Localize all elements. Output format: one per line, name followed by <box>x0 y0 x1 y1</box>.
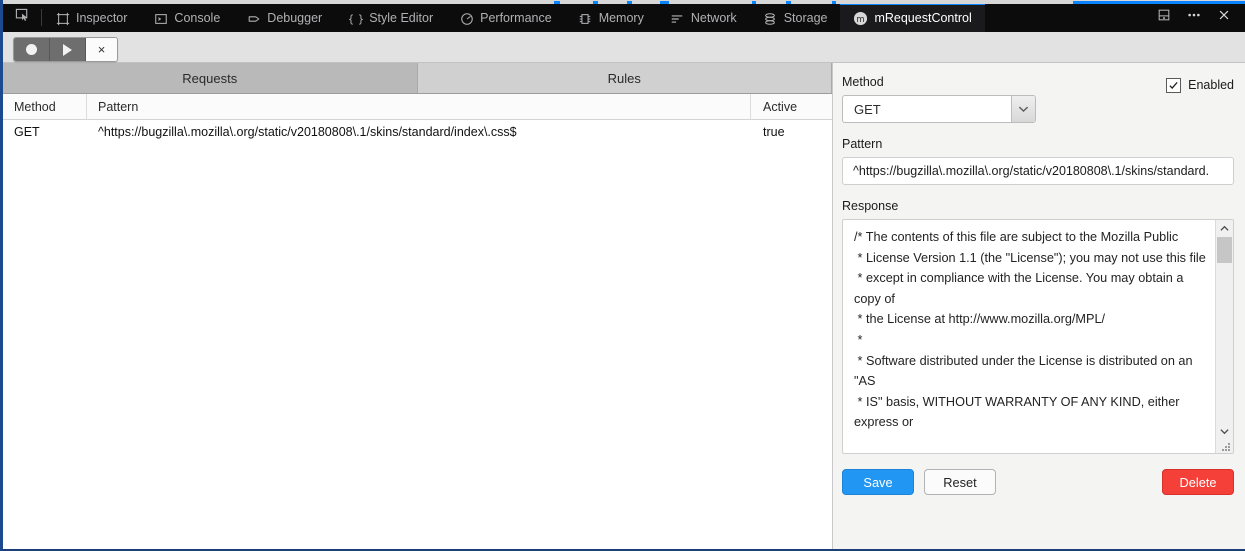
column-header-active[interactable]: Active <box>751 94 832 119</box>
close-x-icon: × <box>97 42 106 57</box>
mrequestcontrol-icon: m <box>853 11 868 26</box>
table-header: Method Pattern Active <box>3 94 832 120</box>
response-label: Response <box>842 199 899 213</box>
browser-tabstrip-artifact <box>3 0 1245 4</box>
record-circle-icon <box>26 44 37 55</box>
tab-label: Network <box>690 11 737 26</box>
column-label: Method <box>14 99 56 114</box>
record-controls-group: × <box>13 37 118 62</box>
performance-icon <box>459 11 474 26</box>
save-button[interactable]: Save <box>842 469 914 495</box>
pattern-input[interactable]: ^https://bugzilla\.mozilla\.org/static/v… <box>842 157 1234 185</box>
table-row[interactable]: GET ^https://bugzilla\.mozilla\.org/stat… <box>3 120 832 144</box>
cell-method: GET <box>3 120 87 144</box>
devtools-toolbar: Inspector Console Debugger Style Editor … <box>3 3 1245 32</box>
dock-layout-button[interactable] <box>1150 4 1178 32</box>
column-label: Active <box>763 99 798 114</box>
button-label: Save <box>863 474 893 490</box>
cell-pattern: ^https://bugzilla\.mozilla\.org/static/v… <box>87 120 751 144</box>
close-icon <box>1217 8 1231 27</box>
tab-storage[interactable]: Storage <box>750 3 841 32</box>
tab-label: Style Editor <box>369 11 434 26</box>
close-devtools-button[interactable] <box>1210 4 1238 32</box>
cell-active: true <box>751 120 832 144</box>
enabled-toggle[interactable]: Enabled <box>1166 77 1234 93</box>
detail-actions: Save Reset Delete <box>842 469 1234 495</box>
tab-inspector[interactable]: Inspector <box>42 3 140 32</box>
rule-detail-pane: Method Enabled GET Pattern ^https://bugz… <box>832 63 1245 549</box>
tab-label: Memory <box>598 11 644 26</box>
console-icon <box>153 11 168 26</box>
inspector-icon <box>55 11 70 26</box>
tab-rules[interactable]: Rules <box>417 63 832 93</box>
meatball-menu-button[interactable] <box>1180 4 1208 32</box>
button-label: Reset <box>943 474 977 490</box>
tab-performance[interactable]: Performance <box>446 3 565 32</box>
tab-label: Debugger <box>267 11 323 26</box>
play-triangle-icon <box>63 43 72 56</box>
scroll-down-icon[interactable] <box>1216 423 1233 439</box>
column-header-pattern[interactable]: Pattern <box>87 94 751 119</box>
enabled-label: Enabled <box>1188 78 1234 92</box>
pattern-label: Pattern <box>842 137 883 151</box>
tab-mrequestcontrol[interactable]: m mRequestControl <box>840 3 985 32</box>
cell-value: true <box>763 125 785 139</box>
method-label: Method <box>842 75 884 89</box>
cell-value: ^https://bugzilla\.mozilla\.org/static/v… <box>98 125 517 139</box>
checkmark-icon <box>1169 81 1178 89</box>
delete-button[interactable]: Delete <box>1162 469 1234 495</box>
style-editor-icon: { } <box>348 11 363 26</box>
tab-label: Inspector <box>76 11 128 26</box>
method-row: Method Enabled <box>842 75 1234 95</box>
tab-console[interactable]: Console <box>140 3 233 32</box>
tab-label: Storage <box>783 11 828 26</box>
enabled-checkbox[interactable] <box>1166 77 1182 93</box>
tab-style-editor[interactable]: { } Style Editor <box>335 3 446 32</box>
pattern-input-value: ^https://bugzilla\.mozilla\.org/static/v… <box>853 164 1210 178</box>
method-select[interactable]: GET <box>842 95 1036 123</box>
devtools-window: Inspector Console Debugger Style Editor … <box>0 0 1245 551</box>
storage-icon <box>763 11 778 26</box>
tab-network[interactable]: Network <box>657 3 750 32</box>
tab-requests[interactable]: Requests <box>3 63 418 93</box>
tab-memory[interactable]: Memory <box>565 3 657 32</box>
play-button[interactable] <box>50 38 86 61</box>
button-label: Delete <box>1179 474 1217 490</box>
resize-grip-icon[interactable] <box>1222 442 1232 452</box>
panel-toolbar: × <box>3 32 1245 63</box>
svg-text:{ }: { } <box>349 13 363 25</box>
scrollbar-thumb[interactable] <box>1217 237 1232 263</box>
column-header-method[interactable]: Method <box>3 94 87 119</box>
requests-pane: Requests Rules Method Pattern Active GET… <box>3 63 832 549</box>
network-icon <box>670 11 685 26</box>
response-textarea-value[interactable]: /* The contents of this file are subject… <box>843 220 1215 453</box>
scroll-up-icon[interactable] <box>1216 220 1233 236</box>
reset-button[interactable]: Reset <box>924 469 996 495</box>
element-picker-icon <box>15 8 30 28</box>
chevron-down-icon[interactable] <box>1011 96 1035 122</box>
pane-tab-bar: Requests Rules <box>3 63 832 94</box>
tab-debugger[interactable]: Debugger <box>233 3 335 32</box>
column-label: Pattern <box>98 99 139 114</box>
tab-label: Rules <box>607 70 641 86</box>
tab-label: Console <box>174 11 221 26</box>
tab-label: Requests <box>182 70 238 86</box>
method-select-value: GET <box>854 101 881 117</box>
devtools-tab-list: Inspector Console Debugger Style Editor … <box>3 3 985 32</box>
tab-label: mRequestControl <box>874 11 972 26</box>
element-picker-button[interactable] <box>3 3 41 32</box>
response-textarea[interactable]: /* The contents of this file are subject… <box>842 219 1234 454</box>
memory-icon <box>578 11 593 26</box>
cell-value: GET <box>14 125 40 139</box>
response-scrollbar[interactable] <box>1215 220 1233 453</box>
tab-label: Performance <box>480 11 552 26</box>
record-button[interactable] <box>14 38 50 61</box>
svg-text:m: m <box>857 14 865 24</box>
debugger-icon <box>246 11 261 26</box>
dock-layout-icon <box>1157 8 1171 27</box>
clear-button[interactable]: × <box>86 38 117 61</box>
devtools-toolbar-actions <box>1150 3 1245 32</box>
meatball-menu-icon <box>1186 8 1202 27</box>
